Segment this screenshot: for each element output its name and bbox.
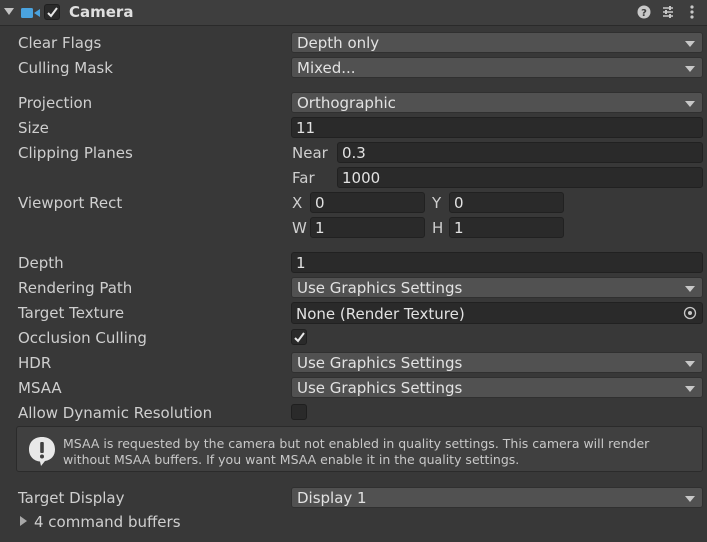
- viewport-h-label: H: [432, 219, 444, 237]
- msaa-warning-helpbox: MSAA is requested by the camera but not …: [16, 426, 703, 472]
- chevron-down-icon: [685, 496, 695, 502]
- checkmark-icon: [47, 7, 58, 18]
- viewport-x-input[interactable]: 0: [310, 192, 425, 213]
- clear-flags-value: Depth only: [297, 34, 380, 52]
- target-display-dropdown[interactable]: Display 1: [291, 487, 703, 508]
- target-texture-value: None (Render Texture): [296, 305, 465, 323]
- rendering-path-label: Rendering Path: [18, 279, 133, 297]
- viewport-y-label: Y: [432, 194, 442, 212]
- chevron-down-icon: [685, 286, 695, 292]
- object-picker-icon[interactable]: [683, 306, 697, 320]
- preset-icon[interactable]: [660, 4, 676, 20]
- hdr-value: Use Graphics Settings: [297, 354, 463, 372]
- far-value: 1000: [342, 169, 381, 187]
- foldout-arrow-right-icon: [20, 516, 27, 526]
- viewport-x-label: X: [292, 194, 303, 212]
- allow-dynamic-resolution-label: Allow Dynamic Resolution: [18, 404, 213, 422]
- clipping-planes-label: Clipping Planes: [18, 144, 133, 162]
- viewport-h-value: 1: [454, 219, 464, 237]
- depth-input[interactable]: 1: [291, 252, 703, 273]
- command-buffers-foldout[interactable]: 4 command buffers: [20, 512, 220, 532]
- msaa-dropdown[interactable]: Use Graphics Settings: [291, 377, 703, 398]
- depth-value: 1: [296, 254, 306, 272]
- occlusion-culling-checkbox[interactable]: [291, 329, 307, 345]
- near-label: Near: [292, 144, 328, 162]
- viewport-x-value: 0: [315, 194, 325, 212]
- size-value: 11: [296, 119, 316, 137]
- msaa-warning-text: MSAA is requested by the camera but not …: [63, 436, 650, 467]
- rendering-path-value: Use Graphics Settings: [297, 279, 463, 297]
- viewport-w-label: W: [292, 219, 307, 237]
- viewport-w-input[interactable]: 1: [310, 217, 425, 238]
- culling-mask-dropdown[interactable]: Mixed...: [291, 57, 703, 78]
- target-texture-object-field[interactable]: None (Render Texture): [291, 302, 703, 324]
- camera-icon: [21, 8, 40, 18]
- component-title: Camera: [69, 3, 134, 21]
- target-texture-label: Target Texture: [18, 304, 125, 322]
- viewport-w-value: 1: [315, 219, 325, 237]
- component-header[interactable]: Camera ?: [0, 0, 707, 26]
- projection-label: Projection: [18, 94, 93, 112]
- chevron-down-icon: [685, 66, 695, 72]
- msaa-label: MSAA: [18, 379, 62, 397]
- target-display-value: Display 1: [297, 489, 367, 507]
- clear-flags-label: Clear Flags: [18, 34, 102, 52]
- clear-flags-dropdown[interactable]: Depth only: [291, 32, 703, 53]
- size-input[interactable]: 11: [291, 117, 703, 138]
- help-icon[interactable]: ?: [636, 4, 652, 20]
- target-display-label: Target Display: [18, 489, 125, 507]
- command-buffers-label: 4 command buffers: [34, 513, 181, 531]
- occlusion-culling-label: Occlusion Culling: [18, 329, 147, 347]
- hdr-dropdown[interactable]: Use Graphics Settings: [291, 352, 703, 373]
- viewport-y-value: 0: [454, 194, 464, 212]
- depth-label: Depth: [18, 254, 64, 272]
- chevron-down-icon: [685, 361, 695, 367]
- allow-dynamic-resolution-checkbox[interactable]: [291, 404, 307, 420]
- far-label: Far: [292, 169, 315, 187]
- svg-text:?: ?: [641, 8, 647, 19]
- rendering-path-dropdown[interactable]: Use Graphics Settings: [291, 277, 703, 298]
- viewport-h-input[interactable]: 1: [449, 217, 564, 238]
- chevron-down-icon: [685, 386, 695, 392]
- msaa-value: Use Graphics Settings: [297, 379, 463, 397]
- size-label: Size: [18, 119, 49, 137]
- projection-value: Orthographic: [297, 94, 396, 112]
- culling-mask-value: Mixed...: [297, 59, 356, 77]
- component-enabled-checkbox[interactable]: [44, 4, 60, 20]
- hdr-label: HDR: [18, 354, 52, 372]
- far-plane-input[interactable]: 1000: [337, 167, 703, 188]
- checkmark-icon: [294, 332, 305, 343]
- culling-mask-label: Culling Mask: [18, 59, 113, 77]
- kebab-menu-icon[interactable]: [684, 4, 700, 20]
- chevron-down-icon: [685, 41, 695, 47]
- projection-dropdown[interactable]: Orthographic: [291, 92, 703, 113]
- viewport-rect-label: Viewport Rect: [18, 194, 123, 212]
- viewport-y-input[interactable]: 0: [449, 192, 564, 213]
- chevron-down-icon: [685, 101, 695, 107]
- near-value: 0.3: [342, 144, 366, 162]
- warning-info-icon: [29, 437, 55, 466]
- near-plane-input[interactable]: 0.3: [337, 142, 703, 163]
- foldout-arrow-icon[interactable]: [4, 8, 14, 15]
